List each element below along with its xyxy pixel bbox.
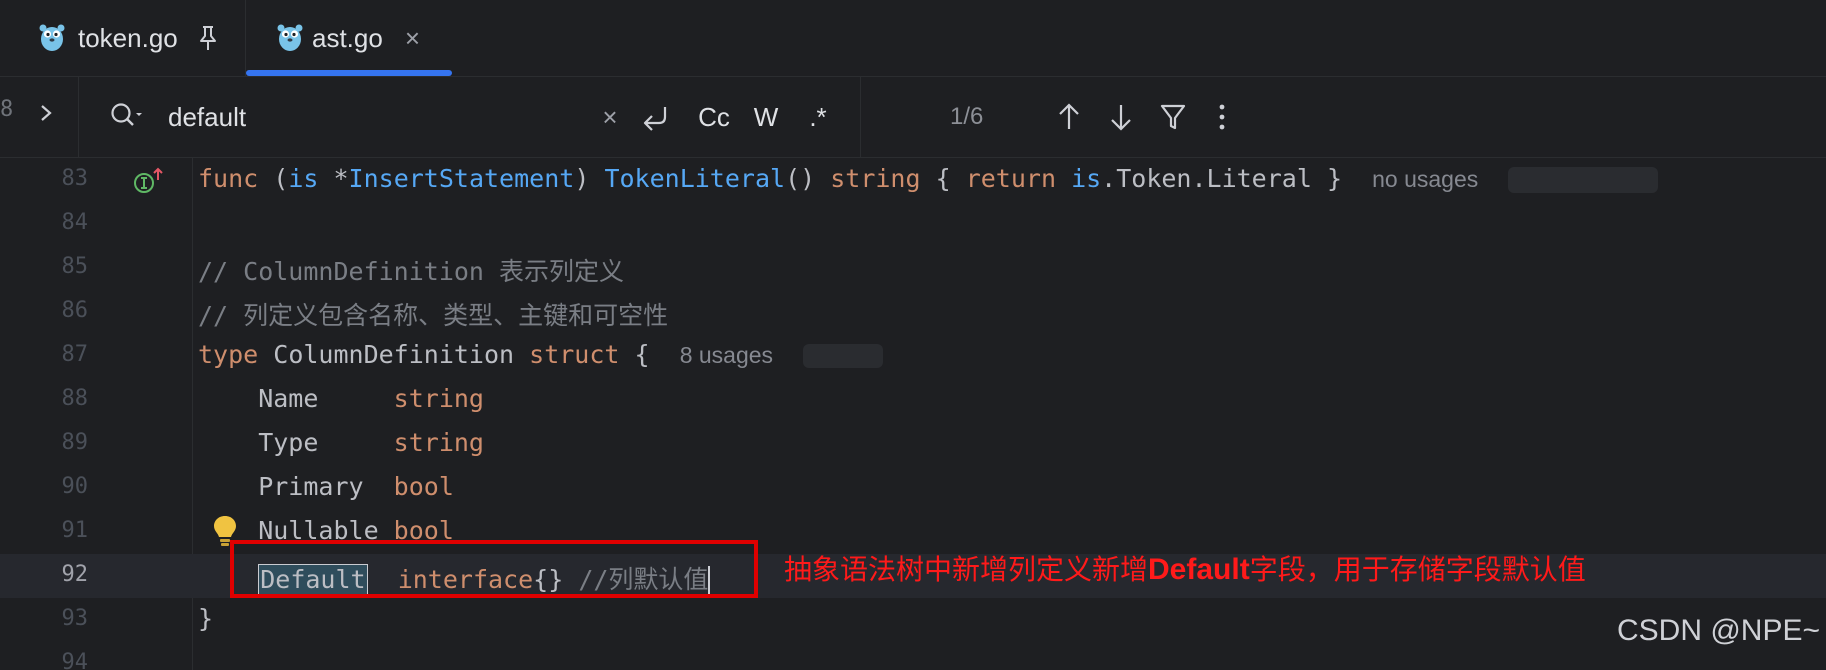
struct-field: Type string: [198, 428, 484, 457]
tab-label: token.go: [78, 22, 178, 53]
redacted-author: [803, 344, 884, 368]
usages-hint[interactable]: no usages: [1372, 166, 1478, 192]
more-options-icon[interactable]: [1212, 95, 1232, 139]
line-number: 91: [61, 518, 89, 543]
tab-ast-go[interactable]: ast.go ×: [246, 0, 452, 76]
code-text: func (is *InsertStatement) TokenLiteral(…: [198, 164, 1659, 193]
divider: [78, 77, 79, 159]
code-line: 84: [0, 202, 1826, 246]
filter-icon[interactable]: [1158, 95, 1188, 139]
arrow-up-icon[interactable]: [1054, 95, 1084, 139]
implements-icon[interactable]: [132, 166, 166, 196]
clipped-gutter-digit: 8: [0, 97, 14, 122]
line-number: 92: [61, 562, 89, 587]
go-gopher-icon: [277, 24, 303, 51]
watermark: CSDN @NPE~: [1617, 614, 1820, 647]
line-number: 94: [61, 650, 89, 670]
annotation-box: [230, 540, 758, 598]
line-number: 87: [61, 342, 89, 367]
line-number: 89: [61, 430, 89, 455]
tab-label: ast.go: [312, 22, 383, 53]
code-line: 83 func (is *InsertStatement) TokenLiter…: [0, 158, 1826, 202]
code-line: 89 Type string: [0, 422, 1826, 466]
go-gopher-icon: [39, 24, 65, 51]
annotation-text: 抽象语法树中新增列定义新增Default字段，用于存储字段默认值: [784, 553, 1586, 586]
new-line-icon[interactable]: [638, 95, 672, 139]
line-number: 85: [61, 254, 89, 279]
whole-words-button[interactable]: W: [750, 95, 782, 139]
redacted-author: [1508, 167, 1659, 193]
usages-hint[interactable]: 8 usages: [680, 342, 773, 368]
line-number: 93: [61, 606, 89, 631]
match-count: 1/6: [950, 103, 984, 130]
code-text: }: [198, 604, 214, 633]
pin-icon[interactable]: [196, 24, 220, 52]
code-comment: // ColumnDefinition 表示列定义: [198, 257, 625, 286]
code-line: 85 // ColumnDefinition 表示列定义: [0, 246, 1826, 290]
arrow-down-icon[interactable]: [1106, 95, 1136, 139]
code-line: 87 type ColumnDefinition struct { 8 usag…: [0, 334, 1826, 378]
code-line: 93 }: [0, 598, 1826, 642]
line-number: 90: [61, 474, 89, 499]
match-case-button[interactable]: Cc: [694, 95, 734, 139]
line-number: 84: [61, 210, 89, 235]
code-line: 94: [0, 642, 1826, 670]
code-line: 86 // 列定义包含名称、类型、主键和可空性: [0, 290, 1826, 334]
clear-search-icon[interactable]: ×: [596, 95, 624, 139]
code-line: 88 Name string: [0, 378, 1826, 422]
struct-field: Name string: [198, 384, 484, 413]
line-number: 83: [61, 166, 89, 191]
code-line: 90 Primary bool: [0, 466, 1826, 510]
regex-button[interactable]: .*: [800, 95, 836, 139]
editor-tab-bar: token.go ast.go ×: [0, 0, 1826, 76]
line-number: 86: [61, 298, 89, 323]
tab-token-go[interactable]: token.go: [0, 0, 246, 76]
search-history-icon[interactable]: [108, 101, 146, 131]
search-input[interactable]: [168, 95, 588, 139]
code-comment: // 列定义包含名称、类型、主键和可空性: [198, 301, 669, 330]
close-icon[interactable]: ×: [405, 23, 420, 54]
struct-field: Primary bool: [198, 472, 454, 501]
chevron-right-icon[interactable]: [36, 99, 56, 127]
divider: [860, 77, 861, 159]
find-bar: 8 × Cc W .* 1/6: [0, 76, 1826, 159]
code-text: type ColumnDefinition struct { 8 usages: [198, 340, 884, 369]
line-number: 88: [61, 386, 89, 411]
